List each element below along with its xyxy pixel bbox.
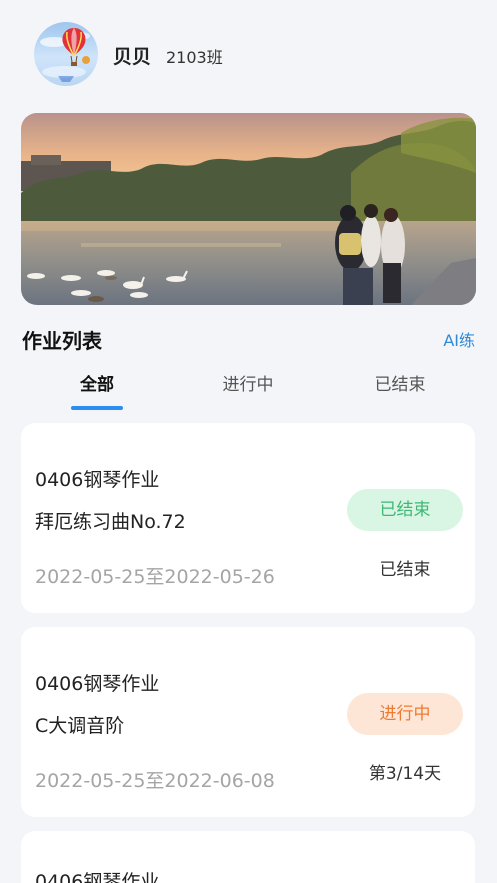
assignment-date-range: 2022-05-25至2022-06-08 [35,770,275,792]
status-badge: 已结束 [347,489,463,531]
progress-text: 第3/14天 [368,764,442,784]
tab-all[interactable]: 全部 [47,370,147,395]
filter-tabs: 全部 进行中 已结束 [0,360,497,416]
status-text: 已结束 [379,560,431,580]
tab-in-progress[interactable]: 进行中 [198,370,298,395]
tab-ended[interactable]: 已结束 [350,370,450,395]
status-badge: 进行中 [347,693,463,735]
assignment-piece: C大调音阶 [35,715,125,737]
assignment-title: 0406钢琴作业 [35,469,160,491]
username: 贝贝 [113,46,152,68]
profile-header: 贝贝 2103班 [0,0,497,110]
ai-practice-link[interactable]: AI练 [443,327,475,351]
banner-image[interactable] [21,113,476,305]
assignment-card[interactable]: 0406钢琴作业 C大调音阶 2022-05-25至2022-06-08 进行中… [21,627,475,817]
assignment-piece: 拜厄练习曲No.72 [35,511,186,533]
assignment-card[interactable]: 0406钢琴作业 拜厄练习曲No.72 2022-05-25至2022-05-2… [21,423,475,613]
assignment-title: 0406钢琴作业 [35,673,160,695]
active-tab-indicator [71,406,123,410]
section-title: 作业列表 [22,329,102,353]
avatar[interactable] [34,22,98,86]
assignment-title: 0406钢琴作业 [35,871,160,883]
lake-scene-image [21,113,476,305]
assignment-date-range: 2022-05-25至2022-05-26 [35,566,275,588]
assignment-card[interactable]: 0406钢琴作业 [21,831,475,883]
class-name: 2103班 [166,48,223,67]
hot-air-balloon-icon [40,28,90,82]
